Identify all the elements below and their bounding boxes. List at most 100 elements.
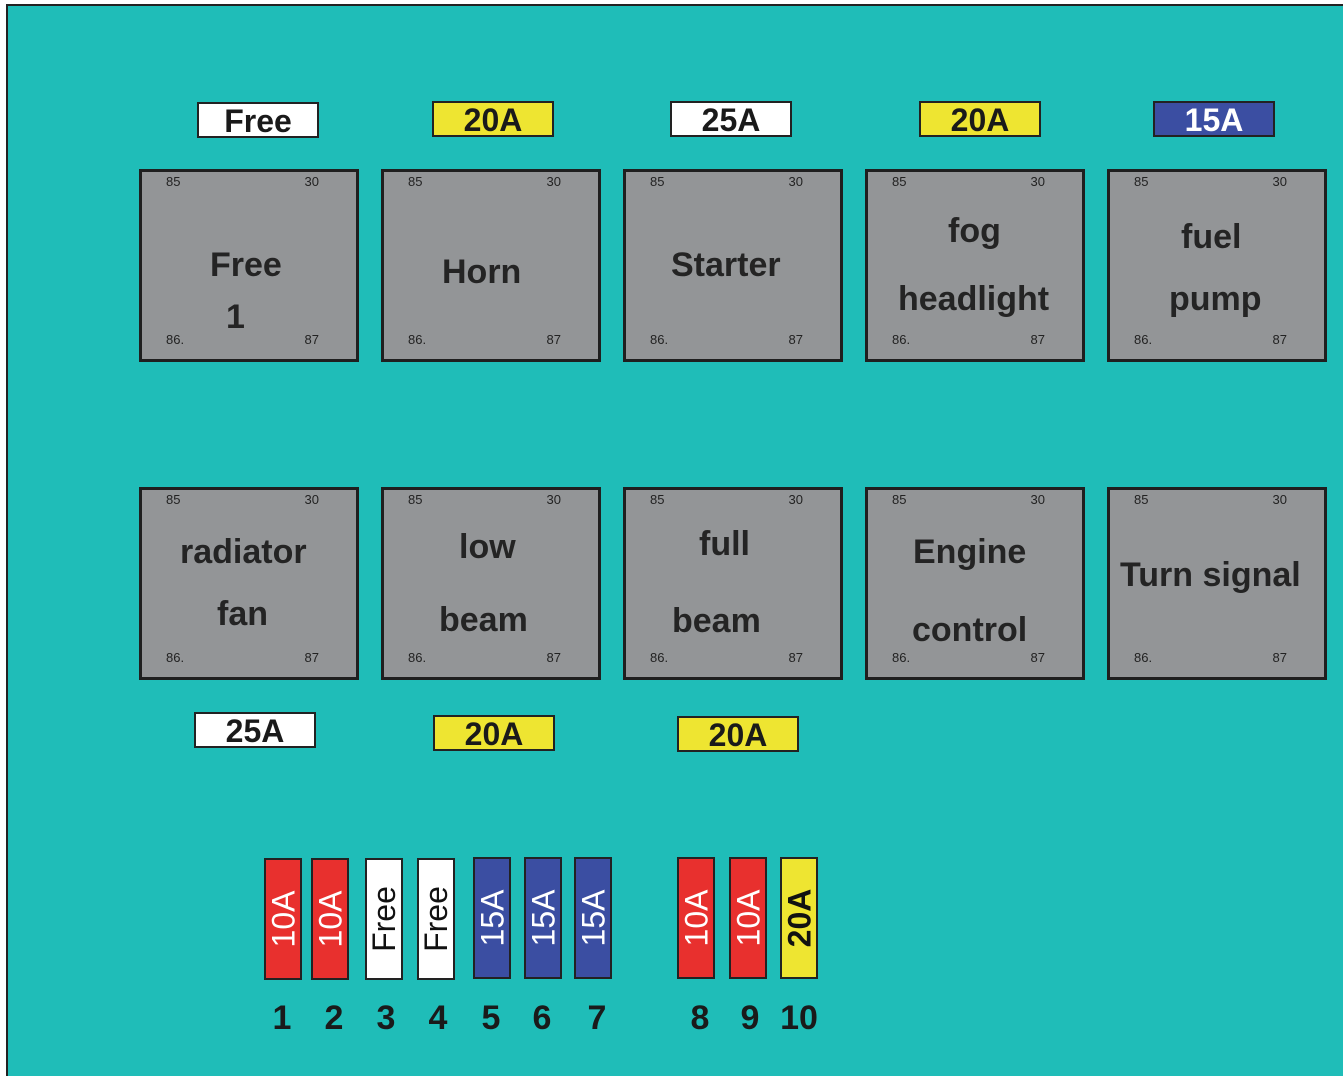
fuse-3: Free: [365, 858, 403, 980]
relay-turn-signal: 85 30 Turn signal 86. 87: [1107, 487, 1327, 680]
relay-starter: 85 30 Starter 86. 87: [623, 169, 843, 362]
relay-fog-headlight: 85 30 fog headlight 86. 87: [865, 169, 1085, 362]
pin-30-label: 30: [546, 174, 561, 189]
fuse-8: 10A: [677, 857, 715, 979]
fuse-2: 10A: [311, 858, 349, 980]
pin-87-label: 87: [788, 332, 803, 347]
pin-30-label: 30: [1272, 492, 1287, 507]
relay-label-line1: radiator: [180, 533, 307, 571]
pin-30-label: 30: [1030, 174, 1045, 189]
bottom-tag-1: 25A: [194, 712, 316, 748]
pin-87-label: 87: [788, 650, 803, 665]
pin-85-label: 85: [892, 174, 907, 189]
pin-30-label: 30: [1030, 492, 1045, 507]
pin-30-label: 30: [546, 492, 561, 507]
fuse-4-rating: Free: [418, 886, 455, 952]
relay-label-line1: fuel: [1181, 218, 1242, 256]
relay-label-line2: fan: [217, 595, 268, 633]
fuse-number-7: 7: [587, 999, 607, 1037]
pin-86-label: 86.: [408, 650, 427, 665]
relay-radiator-fan: 85 30 radiator fan 86. 87: [139, 487, 359, 680]
fuse-number-4: 4: [428, 999, 448, 1037]
pin-30-label: 30: [788, 492, 803, 507]
fuse-box-diagram: Free 20A 25A 20A 15A 85 30 Free 1 86. 87…: [6, 4, 1343, 1076]
fuse-number-1: 1: [272, 999, 292, 1037]
fuse-number-10: 10: [780, 999, 818, 1037]
bottom-tag-2: 20A: [433, 715, 555, 751]
pin-30-label: 30: [304, 174, 319, 189]
relay-label-line2: beam: [672, 602, 761, 640]
fuse-number-3: 3: [376, 999, 396, 1037]
pin-85-label: 85: [1134, 174, 1149, 189]
fuse-7: 15A: [574, 857, 612, 979]
pin-86-label: 86.: [166, 650, 185, 665]
relay-label-line2: headlight: [898, 280, 1050, 318]
pin-87-label: 87: [304, 650, 319, 665]
pin-87-label: 87: [1272, 650, 1287, 665]
pin-86-label: 86.: [650, 650, 669, 665]
pin-86-label: 86.: [1134, 332, 1153, 347]
relay-label-line1: low: [459, 528, 516, 566]
pin-85-label: 85: [1134, 492, 1149, 507]
relay-full-beam: 85 30 full beam 86. 87: [623, 487, 843, 680]
relay-fuel-pump: 85 30 fuel pump 86. 87: [1107, 169, 1327, 362]
fuse-number-2: 2: [324, 999, 344, 1037]
relay-label-line2: 1: [226, 298, 245, 336]
relay-label-line2: beam: [439, 601, 528, 639]
top-tag-4: 20A: [919, 101, 1041, 137]
relay-label-line2: pump: [1169, 280, 1262, 318]
relay-label-line1: full: [699, 525, 750, 563]
fuse-7-rating: 15A: [575, 889, 611, 947]
bottom-tag-3: 20A: [677, 716, 799, 752]
pin-30-label: 30: [1272, 174, 1287, 189]
fuse-1-rating: 10A: [265, 890, 301, 948]
pin-30-label: 30: [304, 492, 319, 507]
pin-86-label: 86.: [408, 332, 427, 347]
fuse-6: 15A: [524, 857, 562, 979]
fuse-number-9: 9: [740, 999, 760, 1037]
pin-87-label: 87: [1030, 650, 1045, 665]
fuse-9: 10A: [729, 857, 767, 979]
top-tag-3: 25A: [670, 101, 792, 137]
pin-87-label: 87: [1030, 332, 1045, 347]
relay-free-1: 85 30 Free 1 86. 87: [139, 169, 359, 362]
pin-85-label: 85: [408, 174, 423, 189]
pin-87-label: 87: [546, 332, 561, 347]
fuse-2-rating: 10A: [312, 890, 348, 948]
pin-30-label: 30: [788, 174, 803, 189]
fuse-number-5: 5: [481, 999, 501, 1037]
pin-86-label: 86.: [892, 332, 911, 347]
relay-horn: 85 30 Horn 86. 87: [381, 169, 601, 362]
pin-86-label: 86.: [166, 332, 185, 347]
fuse-9-rating: 10A: [730, 889, 766, 947]
pin-87-label: 87: [1272, 332, 1287, 347]
fuse-3-rating: Free: [366, 886, 403, 952]
fuse-5: 15A: [473, 857, 511, 979]
relay-label-line2: control: [912, 611, 1028, 649]
fuse-1: 10A: [264, 858, 302, 980]
top-tag-1: Free: [197, 102, 319, 138]
pin-85-label: 85: [408, 492, 423, 507]
pin-85-label: 85: [892, 492, 907, 507]
relay-engine-control: 85 30 Engine control 86. 87: [865, 487, 1085, 680]
pin-85-label: 85: [650, 174, 665, 189]
pin-85-label: 85: [166, 174, 181, 189]
pin-85-label: 85: [650, 492, 665, 507]
relay-label-line1: Starter: [671, 246, 781, 284]
relay-label-line1: Horn: [442, 253, 522, 291]
pin-86-label: 86.: [650, 332, 669, 347]
fuse-number-6: 6: [532, 999, 552, 1037]
pin-86-label: 86.: [1134, 650, 1153, 665]
relay-label-line1: Engine: [913, 533, 1027, 571]
fuse-5-rating: 15A: [474, 889, 510, 947]
pin-85-label: 85: [166, 492, 181, 507]
fuse-8-rating: 10A: [678, 889, 714, 947]
pin-86-label: 86.: [892, 650, 911, 665]
top-tag-5: 15A: [1153, 101, 1275, 137]
relay-label-line1: Free: [210, 246, 282, 284]
fuse-4: Free: [417, 858, 455, 980]
relay-label-line1: fog: [948, 212, 1001, 250]
relay-low-beam: 85 30 low beam 86. 87: [381, 487, 601, 680]
top-tag-2: 20A: [432, 101, 554, 137]
relay-label-line1: Turn signal: [1120, 556, 1301, 594]
